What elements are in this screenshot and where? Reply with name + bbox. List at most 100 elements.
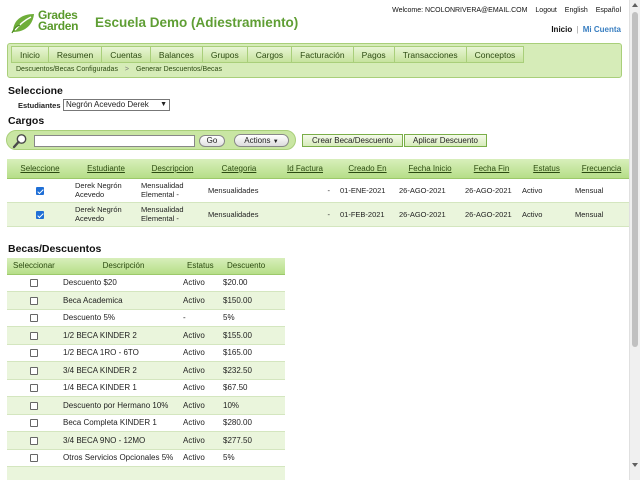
- account-links: Inicio | Mi Cuenta: [551, 25, 621, 34]
- row-checkbox[interactable]: [30, 296, 38, 305]
- row-checkbox[interactable]: [30, 331, 38, 340]
- row-checkbox[interactable]: [30, 419, 38, 428]
- row-select-cell: [7, 414, 61, 432]
- becas-header-row: Seleccionar Descripción Estatus Descuent…: [7, 258, 285, 275]
- estatus-cell: -: [181, 309, 221, 327]
- col-creado-en[interactable]: Creado En: [338, 159, 397, 179]
- nav-item-cuentas[interactable]: Cuentas: [101, 46, 150, 63]
- row-select-cell: [7, 431, 61, 450]
- nav-item-transacciones[interactable]: Transacciones: [393, 46, 466, 63]
- col-descripcion[interactable]: Descripcion: [139, 159, 206, 179]
- scrollbar-thumb[interactable]: [632, 12, 638, 347]
- descuento-cell: $277.50: [221, 431, 285, 450]
- mi-cuenta-link[interactable]: Mi Cuenta: [583, 25, 621, 34]
- estatus-cell: Activo: [181, 379, 221, 397]
- descuento-cell: $165.00: [221, 344, 285, 362]
- search-bar: Go Actions ▼: [6, 130, 296, 150]
- row-select-cell: [7, 449, 61, 467]
- cargos-heading: Cargos: [8, 115, 45, 127]
- fecha-fin-cell: 26-AGO-2021: [463, 178, 520, 203]
- logout-link[interactable]: Logout: [535, 7, 556, 14]
- col-categoria[interactable]: Categoria: [206, 159, 272, 179]
- row-select-cell: [7, 396, 61, 415]
- row-checkbox[interactable]: [30, 384, 38, 393]
- scroll-down-arrow-icon[interactable]: [632, 463, 638, 467]
- table-row: Beca Completa KINDER 1 Activo $280.00: [7, 414, 285, 432]
- row-checkbox[interactable]: [30, 314, 38, 323]
- col-id-factura[interactable]: Id Factura: [272, 159, 338, 179]
- breadcrumb-generar-descuentos[interactable]: Generar Descuentos/Becas: [136, 66, 222, 73]
- go-button[interactable]: Go: [199, 135, 225, 147]
- estatus-cell: Activo: [181, 431, 221, 450]
- nav-item-pagos[interactable]: Pagos: [352, 46, 394, 63]
- col-descripcion: Descripción: [61, 258, 181, 275]
- descripcion-cell: 3/4 BECA 9NO - 12MO: [61, 431, 181, 450]
- fecha-fin-cell: 26-AGO-2021: [463, 202, 520, 227]
- descripcion-cell: 1/4 BECA KINDER 1: [61, 379, 181, 397]
- col-estatus: Estatus: [181, 258, 221, 275]
- table-row: 1/2 BECA KINDER 2 Activo $155.00: [7, 326, 285, 345]
- grades-garden-logo[interactable]: Grades Garden: [10, 9, 82, 36]
- frecuencia-cell: Mensual: [573, 178, 629, 203]
- english-link[interactable]: English: [565, 7, 588, 14]
- aplicar-descuento-button[interactable]: Aplicar Descuento: [404, 134, 487, 147]
- page: Grades Garden Escuela Demo (Adiestramien…: [0, 0, 629, 480]
- col-fecha-inicio[interactable]: Fecha Inicio: [397, 159, 463, 179]
- search-icon: [12, 134, 27, 149]
- descuento-cell: 5%: [221, 309, 285, 327]
- row-checkbox[interactable]: [30, 349, 38, 358]
- logo-leaf-icon: [11, 14, 34, 34]
- row-checkbox[interactable]: [36, 186, 44, 195]
- row-checkbox[interactable]: [30, 279, 38, 288]
- col-fecha-fin[interactable]: Fecha Fin: [463, 159, 520, 179]
- col-seleccione[interactable]: Seleccione: [7, 159, 73, 179]
- col-frecuencia[interactable]: Frecuencia: [573, 159, 629, 179]
- descripcion-cell: Beca Academica: [61, 291, 181, 310]
- row-select-cell: [7, 274, 61, 292]
- col-estudiante[interactable]: Estudiante: [73, 159, 139, 179]
- nav-item-cargos[interactable]: Cargos: [246, 46, 292, 63]
- becas-heading: Becas/Descuentos: [8, 243, 102, 255]
- school-title: Escuela Demo (Adiestramiento): [95, 15, 299, 30]
- descripcion-cell: Mensualidad Elemental -: [139, 202, 206, 227]
- descripcion-cell: Beca Completa KINDER 1: [61, 414, 181, 432]
- table-row: 1/2 BECA 1RO - 6TO Activo $165.00: [7, 344, 285, 362]
- row-checkbox[interactable]: [30, 366, 38, 375]
- descripcion-cell: Descuento por Hermano 10%: [61, 396, 181, 415]
- espanol-link[interactable]: Español: [596, 7, 621, 14]
- nav-item-grupos[interactable]: Grupos: [201, 46, 247, 63]
- estatus-cell: Activo: [181, 361, 221, 380]
- crear-beca-button[interactable]: Crear Beca/Descuento: [302, 134, 403, 147]
- row-checkbox[interactable]: [30, 436, 38, 445]
- cargos-header-row: Seleccione Estudiante Descripcion Catego…: [7, 159, 629, 179]
- col-descuento: Descuento: [221, 258, 285, 275]
- col-estatus[interactable]: Estatus: [520, 159, 573, 179]
- descuento-cell: $150.00: [221, 291, 285, 310]
- descripcion-cell: 3/4 BECA KINDER 2: [61, 361, 181, 380]
- vertical-scrollbar[interactable]: [629, 0, 640, 480]
- row-select-cell: [7, 361, 61, 380]
- nav-item-facturacion[interactable]: Facturación: [291, 46, 353, 63]
- estatus-cell: Activo: [181, 414, 221, 432]
- estudiante-cell: Derek Negrón Acevedo: [73, 202, 139, 227]
- estudiantes-select[interactable]: Negrón Acevedo Derek ▼: [63, 99, 170, 111]
- estatus-cell: Activo: [181, 326, 221, 345]
- nav-item-conceptos[interactable]: Conceptos: [465, 46, 525, 63]
- seleccione-heading: Seleccione: [8, 85, 63, 97]
- scroll-up-arrow-icon[interactable]: [632, 3, 638, 7]
- inicio-link[interactable]: Inicio: [551, 25, 572, 34]
- breadcrumb-descuentos-configuradas[interactable]: Descuentos/Becas Configuradas: [16, 66, 118, 73]
- table-row: Descuento $20 Activo $20.00: [7, 274, 285, 292]
- search-input[interactable]: [34, 135, 195, 147]
- nav-item-balances[interactable]: Balances: [149, 46, 202, 63]
- nav-item-inicio[interactable]: Inicio: [11, 46, 48, 63]
- actions-button[interactable]: Actions ▼: [234, 134, 289, 147]
- row-checkbox[interactable]: [36, 210, 44, 219]
- col-seleccionar: Seleccionar: [7, 258, 61, 275]
- nav-item-resumen[interactable]: Resumen: [47, 46, 102, 63]
- row-checkbox[interactable]: [30, 401, 38, 410]
- logo-text: Grades Garden: [38, 9, 79, 32]
- table-row: 1/4 BECA KINDER 1 Activo $67.50: [7, 379, 285, 397]
- row-select-cell: [7, 309, 61, 327]
- row-checkbox[interactable]: [30, 454, 38, 463]
